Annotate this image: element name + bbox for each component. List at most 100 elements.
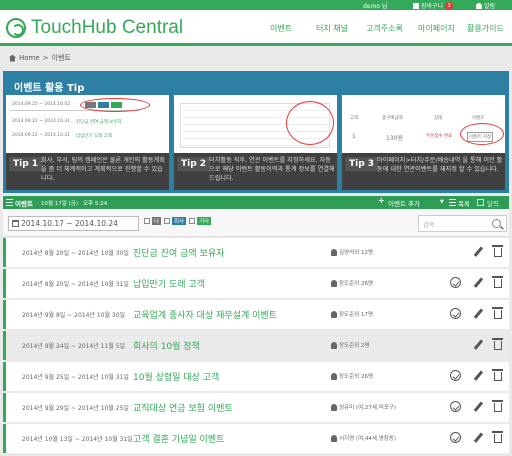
logo-mark-icon [6,18,26,38]
edit-pencil-icon[interactable] [473,277,484,288]
edit-pencil-icon[interactable] [473,370,484,381]
complete-check-icon[interactable] [450,432,461,443]
delete-trash-icon[interactable] [492,307,503,319]
breadcrumb: Home > 이벤트 [0,49,512,67]
mini-row1-date: 2014.09.22 ~ 2014.10.31 [12,119,71,124]
alarm-link[interactable]: 알림 [476,1,495,10]
complete-check-icon[interactable] [450,277,461,288]
event-title[interactable]: 교육업계 종사자 대상 재무설계 이벤트 [133,308,277,321]
event-owner-label: 장도준외 26명 [339,374,374,380]
event-owner: 김영석외 12명 [331,248,373,256]
cart-link[interactable]: 장바구니 3 [413,1,454,10]
event-row[interactable]: 2014년 9월 25일 ~ 2014년 10월 31일 10월 상령일 대상 고… [3,362,509,391]
event-title[interactable]: 교직대상 연금 보험 이벤트 [133,401,233,414]
checkbox-company[interactable] [164,218,170,224]
event-title[interactable]: 고객 결혼 기념일 이벤트 [133,432,224,445]
filter-other-checkbox[interactable]: 기타 [189,217,212,225]
logo[interactable]: TouchHub Central [6,17,183,39]
search-placeholder: 검색 [423,222,435,229]
event-title[interactable]: 진단금 잔여 금액 보유자 [133,246,224,259]
mini-row2-title: 납입만기 도래 고객 [76,134,112,139]
event-row[interactable]: 2014년 9월 29일 ~ 2014년 10월 25일 교직대상 연금 보험 이… [3,393,509,422]
user-icon [331,310,337,318]
cart-label: 장바구니 [421,3,444,10]
plus-icon[interactable]: + [378,196,385,205]
search-input[interactable]: 검색 [418,215,507,232]
tips-panel: 이벤트 활용 Tip 2014.09.25 ~ 2014.10.02 2014.… [3,71,509,193]
event-date: 2014년 9월 25일 ~ 2014년 10월 31일 [22,374,129,381]
edit-pencil-icon[interactable] [473,339,484,350]
edit-pencil-icon[interactable] [473,432,484,443]
complete-check-icon[interactable] [450,401,461,412]
delete-trash-icon[interactable] [492,276,503,288]
event-date: 2014년 9월 29일 ~ 2014년 10월 25일 [22,405,129,412]
delete-trash-icon[interactable] [492,400,503,412]
breadcrumb-separator: > [42,54,49,62]
mini-col-event: 이벤트 [472,116,485,121]
tips-title: 이벤트 활용 Tip [14,83,85,94]
event-title[interactable]: 10월 상령일 대상 고객 [133,370,219,383]
edit-pencil-icon[interactable] [473,401,484,412]
event-owner: 서지영 (여,44세,명창동) [331,434,396,442]
event-row[interactable]: 2014년 9월 8일 ~ 2014년 10월 30일 교육업계 종사자 대상 재… [3,300,509,329]
checkbox-me[interactable] [144,218,150,224]
checkbox-other[interactable] [189,218,195,224]
home-icon[interactable] [9,54,16,62]
breadcrumb-current: 이벤트 [51,54,71,62]
edit-pencil-icon[interactable] [473,308,484,319]
filter-company-checkbox[interactable]: 회사 [164,217,187,225]
event-row[interactable]: 2014년 10월 13일 ~ 2014년 10월 31일 고객 결혼 기념일 이… [3,424,509,453]
complete-check-icon[interactable] [450,308,461,319]
delete-trash-icon[interactable] [492,338,503,350]
mini-val-customer: 1 [352,133,356,140]
nav-guide[interactable]: 활용가이드 [467,23,504,34]
calendar-view-button[interactable]: 달력 [487,198,499,208]
event-date: 2014년 10월 13일 ~ 2014년 10월 31일 [22,436,133,443]
event-owner: 장도준외 26명 [331,372,373,380]
complete-check-icon[interactable] [450,370,461,381]
delete-trash-icon[interactable] [492,245,503,257]
cart-count-badge: 3 [445,1,454,10]
tip-label: Tip 2 [177,157,211,171]
bell-icon [476,2,482,9]
main-header: TouchHub Central 이벤트 터치 채널 고객주소록 마이페이지 활… [0,10,512,46]
cart-icon [413,2,419,9]
nav-touch-channel[interactable]: 터치 채널 [316,23,348,34]
tip-card-2: Tip 2 터치활동 직후, 연관 이벤트를 지정하세요. 자동으로 해당 이벤… [174,95,337,190]
nav-address-book[interactable]: 고객주소록 [366,23,403,34]
event-owner: 장도준외 26명 [331,279,373,287]
date-range-field[interactable]: 2014.10.17 ~ 2014.10.24 [8,216,139,231]
filter-me-checkbox[interactable]: 나 [144,217,162,225]
event-row[interactable]: 2014년 8월 20일 ~ 2014년 10월 31일 납입만기 도래 고객 장도… [3,269,509,298]
delete-trash-icon[interactable] [492,431,503,443]
event-title[interactable]: 회사의 10월 정책 [133,339,200,352]
user-greeting[interactable]: demo 님 [363,1,387,10]
breadcrumb-home[interactable]: Home [19,54,40,62]
filter-me-label: 나 [152,217,162,225]
dropdown-caret-icon[interactable]: ▼ [440,199,444,205]
user-icon [331,434,337,442]
toolbar-title: 이벤트 [15,200,33,208]
highlight-circle [460,123,504,145]
filter-bar: 2014.10.17 ~ 2014.10.24 나 회사 기타 검색 [3,209,509,237]
event-row[interactable]: 2014년 8월 20일 ~ 2014년 10월 30일 진단금 잔여 금액 보유… [3,238,509,267]
user-icon [331,248,337,256]
nav-events[interactable]: 이벤트 [270,23,292,34]
list-view-button[interactable]: 목록 [458,198,470,208]
nav-mypage[interactable]: 마이페이지 [418,23,455,34]
mini-row1-title: 진단금 잔여 금액 보유자 [76,120,122,125]
delete-trash-icon[interactable] [492,369,503,381]
add-event-button[interactable]: 이벤트 추가 [388,198,420,208]
event-owner-label: 성유미 (여,27세,미포구) [339,405,397,411]
edit-pencil-icon[interactable] [473,246,484,257]
mini-val-status: 주문접수 완료 [426,134,453,139]
event-title[interactable]: 납입만기 도래 고객 [133,277,205,290]
event-date: 2014년 8월 20일 ~ 2014년 10월 30일 [22,250,129,257]
mini-range: 2014.09.25 ~ 2014.10.02 [12,102,71,107]
event-row[interactable]: 2014년 9월 24일 ~ 2014년 11월 5일 회사의 10월 정책 장도준… [3,331,509,360]
tip-caption: Tip 2 터치활동 직후, 연관 이벤트를 지정하세요. 자동으로 해당 이벤… [174,153,337,190]
tip-label: Tip 3 [345,157,379,171]
search-icon[interactable] [492,219,501,228]
event-date: 2014년 9월 24일 ~ 2014년 11월 5일 [22,343,126,350]
event-date: 2014년 8월 20일 ~ 2014년 10월 31일 [22,281,129,288]
